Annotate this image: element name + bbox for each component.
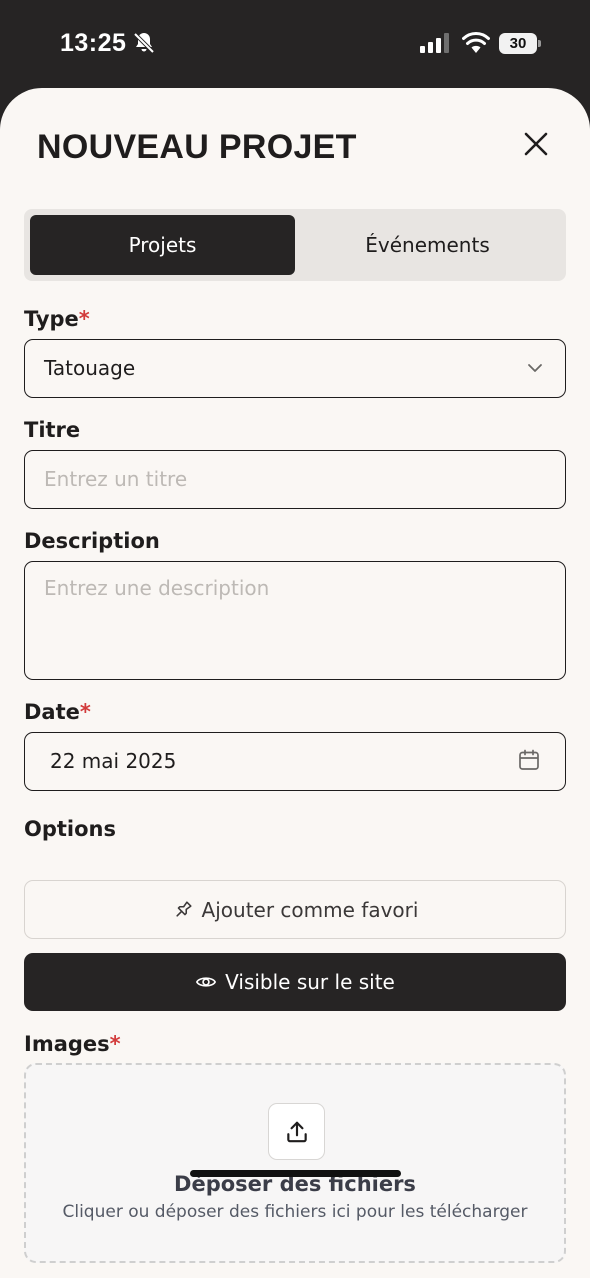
visible-on-site-button[interactable]: Visible sur le site [24, 953, 566, 1011]
category-tabs: Projets Événements [24, 209, 566, 281]
wifi-icon [462, 31, 490, 53]
add-favorite-label: Ajouter comme favori [201, 897, 419, 922]
status-time: 13:25 [60, 29, 127, 57]
bell-slash-icon [133, 32, 155, 54]
type-label: Type* [24, 307, 90, 331]
page-title: NOUVEAU PROJET [37, 128, 357, 166]
title-label: Titre [24, 418, 81, 442]
type-select-value: Tatouage [44, 356, 136, 380]
description-placeholder: Entrez une description [44, 576, 270, 600]
options-label: Options [24, 817, 116, 841]
tab-evenements[interactable]: Événements [295, 215, 560, 275]
add-favorite-button[interactable]: Ajouter comme favori [24, 880, 566, 939]
image-dropzone[interactable]: Déposer des fichiers Cliquer ou déposer … [24, 1063, 566, 1263]
battery-indicator: 30 [499, 33, 541, 54]
new-project-sheet: NOUVEAU PROJET Projets Événements Type* … [0, 88, 590, 1278]
date-value: 22 mai 2025 [50, 749, 177, 773]
description-textarea[interactable]: Entrez une description [24, 561, 566, 680]
type-label-text: Type [24, 307, 79, 331]
battery-level: 30 [499, 33, 537, 54]
images-required-mark: * [109, 1032, 121, 1056]
home-indicator [190, 1170, 401, 1177]
calendar-icon[interactable] [517, 748, 541, 772]
date-label: Date* [24, 700, 91, 724]
title-input[interactable]: Entrez un titre [24, 450, 566, 509]
visible-on-site-label: Visible sur le site [225, 970, 395, 994]
type-select[interactable]: Tatouage [24, 339, 566, 398]
pin-icon [175, 900, 192, 917]
date-input[interactable]: 22 mai 2025 [24, 732, 566, 791]
eye-icon [196, 977, 217, 987]
upload-icon [286, 1121, 307, 1142]
close-icon[interactable] [518, 126, 554, 162]
images-label: Images* [24, 1032, 121, 1056]
description-label: Description [24, 529, 160, 553]
signal-icon [420, 33, 449, 53]
upload-button[interactable] [268, 1103, 325, 1160]
date-required-mark: * [79, 700, 91, 724]
dropzone-subtitle: Cliquer ou déposer des fichiers ici pour… [62, 1202, 528, 1222]
tab-projets[interactable]: Projets [30, 215, 295, 275]
type-required-mark: * [78, 307, 90, 331]
title-placeholder: Entrez un titre [44, 467, 188, 491]
chevron-down-icon [528, 364, 542, 372]
status-bar: 13:25 30 [0, 0, 590, 90]
images-label-text: Images [24, 1032, 110, 1056]
date-label-text: Date [24, 700, 80, 724]
